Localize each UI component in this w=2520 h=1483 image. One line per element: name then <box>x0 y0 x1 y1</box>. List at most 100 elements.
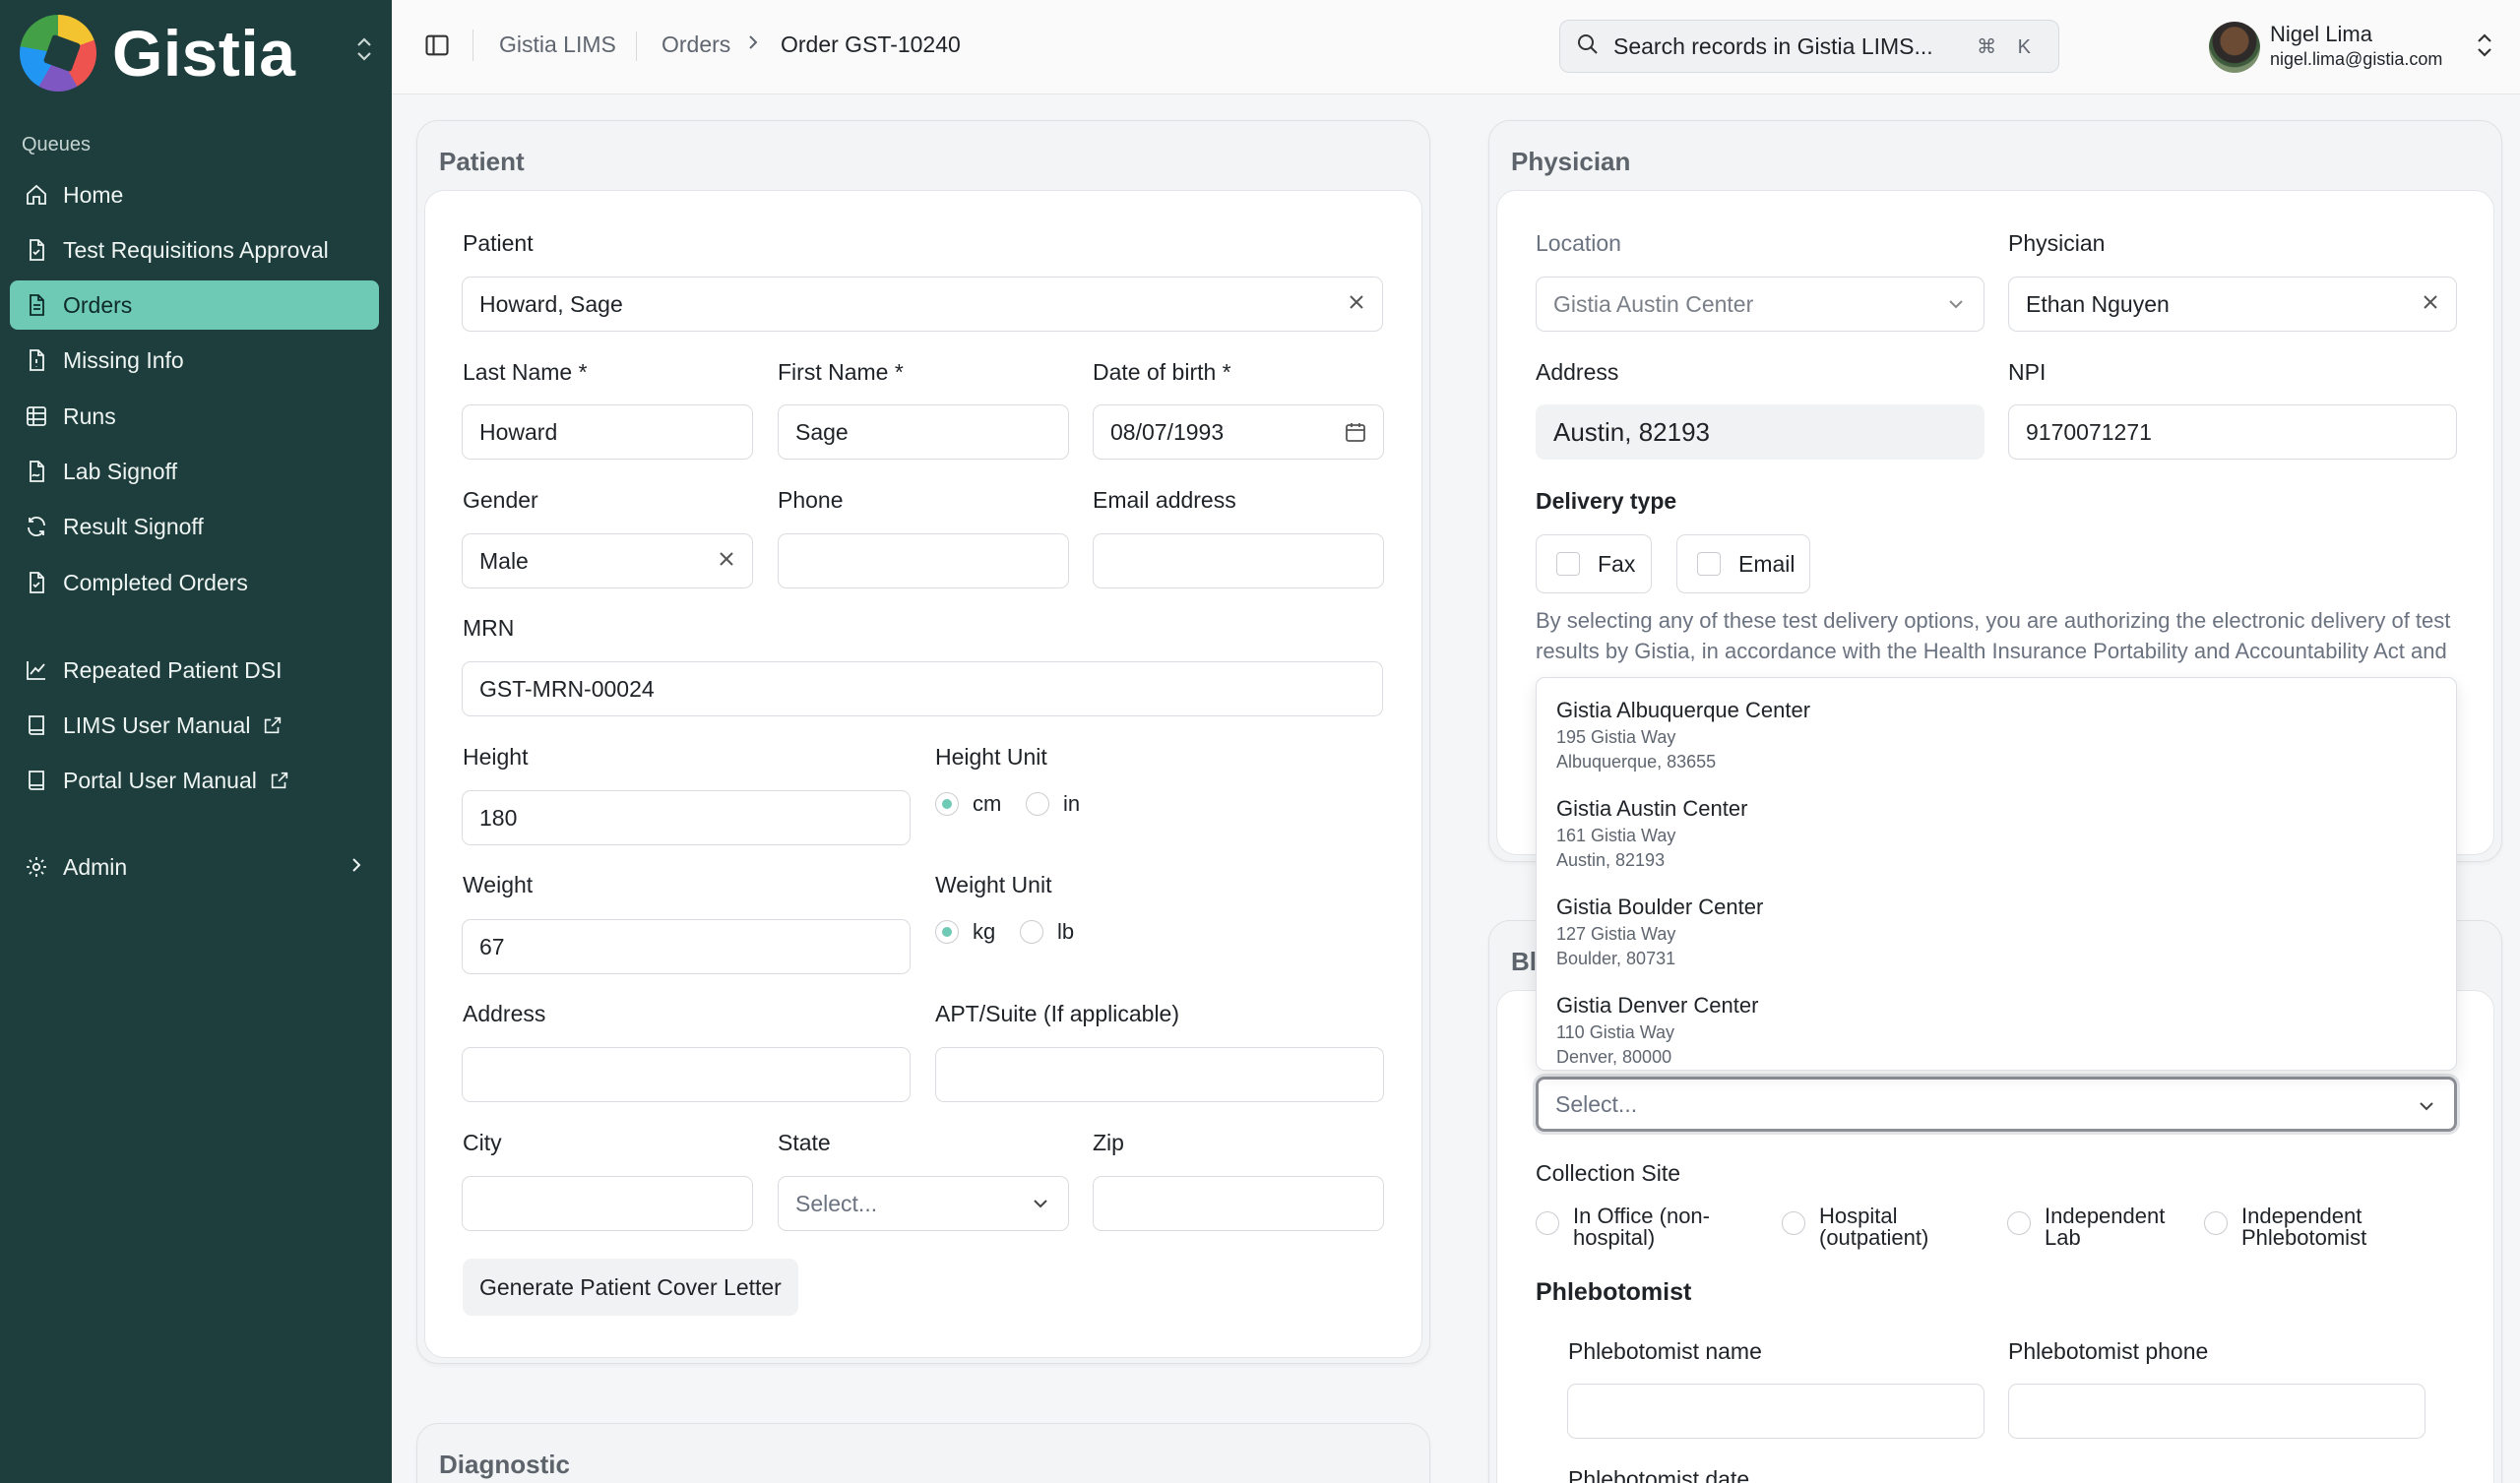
radio-label: Independent Phlebotomist <box>2241 1205 2366 1249</box>
first-name-value: Sage <box>795 418 849 445</box>
close-icon[interactable] <box>717 548 736 576</box>
height-unit-cm[interactable]: cm <box>935 791 1001 817</box>
collection-site-independent-lab[interactable]: Independent Lab <box>2007 1205 2165 1249</box>
radio-unselected <box>1536 1211 1559 1235</box>
zip-label: Zip <box>1093 1130 1124 1155</box>
queues-section-label: Queues <box>22 134 92 155</box>
brand-name: Gistia <box>112 17 296 90</box>
chevron-up-down-icon[interactable] <box>354 35 374 70</box>
breadcrumb-orders[interactable]: Orders <box>662 31 730 58</box>
phlebotomist-title: Phlebotomist <box>1536 1278 1692 1306</box>
patient-value: Howard, Sage <box>479 290 623 317</box>
sidebar-item-label: Admin <box>63 853 128 880</box>
dob-value: 08/07/1993 <box>1110 418 1225 445</box>
npi-field[interactable]: 9170071271 <box>2008 404 2457 460</box>
height-unit-in[interactable]: in <box>1026 791 1080 817</box>
book-icon <box>24 768 49 793</box>
phlebotomist-phone-field[interactable] <box>2008 1384 2426 1439</box>
generate-cover-letter-button[interactable]: Generate Patient Cover Letter <box>463 1259 798 1316</box>
state-placeholder: Select... <box>795 1190 878 1216</box>
dob-field[interactable]: 08/07/1993 <box>1093 404 1384 460</box>
address-label: Address <box>463 1001 546 1026</box>
gear-icon <box>24 854 49 880</box>
location-select[interactable]: Gistia Austin Center <box>1536 277 1984 332</box>
weight-unit-lb[interactable]: lb <box>1020 919 1074 945</box>
diagnostic-card: Diagnostic <box>416 1423 1430 1483</box>
collection-site-independent-phlebotomist[interactable]: Independent Phlebotomist <box>2204 1205 2366 1249</box>
home-icon <box>24 182 49 208</box>
email-field[interactable] <box>1093 533 1384 588</box>
radio-label: Hospital (outpatient) <box>1819 1205 1928 1249</box>
file-signature-icon <box>24 459 49 484</box>
user-menu[interactable]: Nigel Lima nigel.lima@gistia.com <box>2209 18 2494 77</box>
sidebar-link-repeated-patient-dsi[interactable]: Repeated Patient DSI <box>10 646 379 695</box>
mrn-field[interactable]: GST-MRN-00024 <box>462 661 1383 716</box>
dropdown-option[interactable]: Gistia Boulder Center 127 Gistia Way Bou… <box>1556 895 1763 969</box>
option-street: 161 Gistia Way <box>1556 826 1676 845</box>
brand[interactable]: Gistia <box>20 14 374 93</box>
address-field[interactable] <box>462 1047 911 1102</box>
sidebar-link-label: Repeated Patient DSI <box>63 656 283 683</box>
sidebar-item-missing-info[interactable]: Missing Info <box>10 336 379 385</box>
calendar-icon[interactable] <box>1344 420 1367 444</box>
sidebar-toggle-icon[interactable] <box>423 31 451 59</box>
radio-label: kg <box>973 919 996 944</box>
avatar <box>2209 22 2260 73</box>
location-search-select[interactable]: Select... <box>1536 1077 2457 1132</box>
checkbox-box <box>1556 552 1580 576</box>
sidebar-link-portal-user-manual[interactable]: Portal User Manual <box>10 756 379 805</box>
phlebotomist-date-label: Phlebotomist date <box>1568 1466 1750 1483</box>
sidebar-item-runs[interactable]: Runs <box>10 392 379 441</box>
sidebar-item-admin[interactable]: Admin <box>10 842 379 892</box>
height-value: 180 <box>479 804 518 831</box>
physician-value: Ethan Nguyen <box>2026 290 2170 317</box>
collection-site-hospital[interactable]: Hospital (outpatient) <box>1782 1205 1928 1249</box>
patient-select[interactable]: Howard, Sage <box>462 277 1383 332</box>
phone-field[interactable] <box>778 533 1069 588</box>
collection-site-in-office[interactable]: In Office (non-hospital) <box>1536 1205 1710 1249</box>
first-name-field[interactable]: Sage <box>778 404 1069 460</box>
dropdown-option[interactable]: Gistia Albuquerque Center 195 Gistia Way… <box>1556 698 1810 772</box>
physician-select[interactable]: Ethan Nguyen <box>2008 277 2457 332</box>
city-field[interactable] <box>462 1176 753 1231</box>
delivery-type-label: Delivery type <box>1536 488 1677 514</box>
phlebotomist-name-field[interactable] <box>1567 1384 1984 1439</box>
apt-field[interactable] <box>935 1047 1384 1102</box>
dropdown-option[interactable]: Gistia Austin Center 161 Gistia Way Aust… <box>1556 796 1747 871</box>
close-icon[interactable] <box>2421 291 2440 319</box>
close-icon[interactable] <box>1347 291 1366 319</box>
weight-field[interactable]: 67 <box>462 919 911 974</box>
breadcrumb-root[interactable]: Gistia LIMS <box>499 31 616 58</box>
radio-label: In Office (non-hospital) <box>1573 1205 1710 1249</box>
radio-unselected <box>1782 1211 1805 1235</box>
sidebar-link-lims-user-manual[interactable]: LIMS User Manual <box>10 701 379 750</box>
search-input[interactable]: Search records in Gistia LIMS... ⌘ K <box>1559 20 2059 73</box>
external-link-icon <box>262 714 284 736</box>
gender-select[interactable]: Male <box>462 533 753 588</box>
sidebar-item-test-requisitions-approval[interactable]: Test Requisitions Approval <box>10 225 379 275</box>
diagnostic-card-title: Diagnostic <box>439 1450 570 1479</box>
dropdown-option[interactable]: Gistia Denver Center 110 Gistia Way Denv… <box>1556 993 1758 1068</box>
sidebar: Gistia Queues Home Test Requisitions App… <box>0 0 392 1483</box>
option-city: Denver, 80000 <box>1556 1047 1672 1067</box>
state-label: State <box>778 1130 831 1155</box>
state-select[interactable]: Select... <box>778 1176 1069 1231</box>
radio-unselected <box>2007 1211 2031 1235</box>
zip-field[interactable] <box>1093 1176 1384 1231</box>
height-field[interactable]: 180 <box>462 790 911 845</box>
sidebar-item-completed-orders[interactable]: Completed Orders <box>10 558 379 607</box>
file-check-icon <box>24 237 49 263</box>
sidebar-item-orders[interactable]: Orders <box>10 280 379 330</box>
external-link-icon <box>269 770 290 791</box>
delivery-email-checkbox[interactable]: Email <box>1676 534 1810 593</box>
last-name-field[interactable]: Howard <box>462 404 753 460</box>
sidebar-item-result-signoff[interactable]: Result Signoff <box>10 502 379 551</box>
grid-icon <box>24 403 49 429</box>
weight-unit-kg[interactable]: kg <box>935 919 995 945</box>
delivery-fax-checkbox[interactable]: Fax <box>1536 534 1652 593</box>
first-name-label: First Name * <box>778 359 904 385</box>
sidebar-item-label: Runs <box>63 402 116 429</box>
sidebar-item-home[interactable]: Home <box>10 170 379 219</box>
sidebar-item-lab-signoff[interactable]: Lab Signoff <box>10 447 379 496</box>
file-alert-icon <box>24 347 49 373</box>
